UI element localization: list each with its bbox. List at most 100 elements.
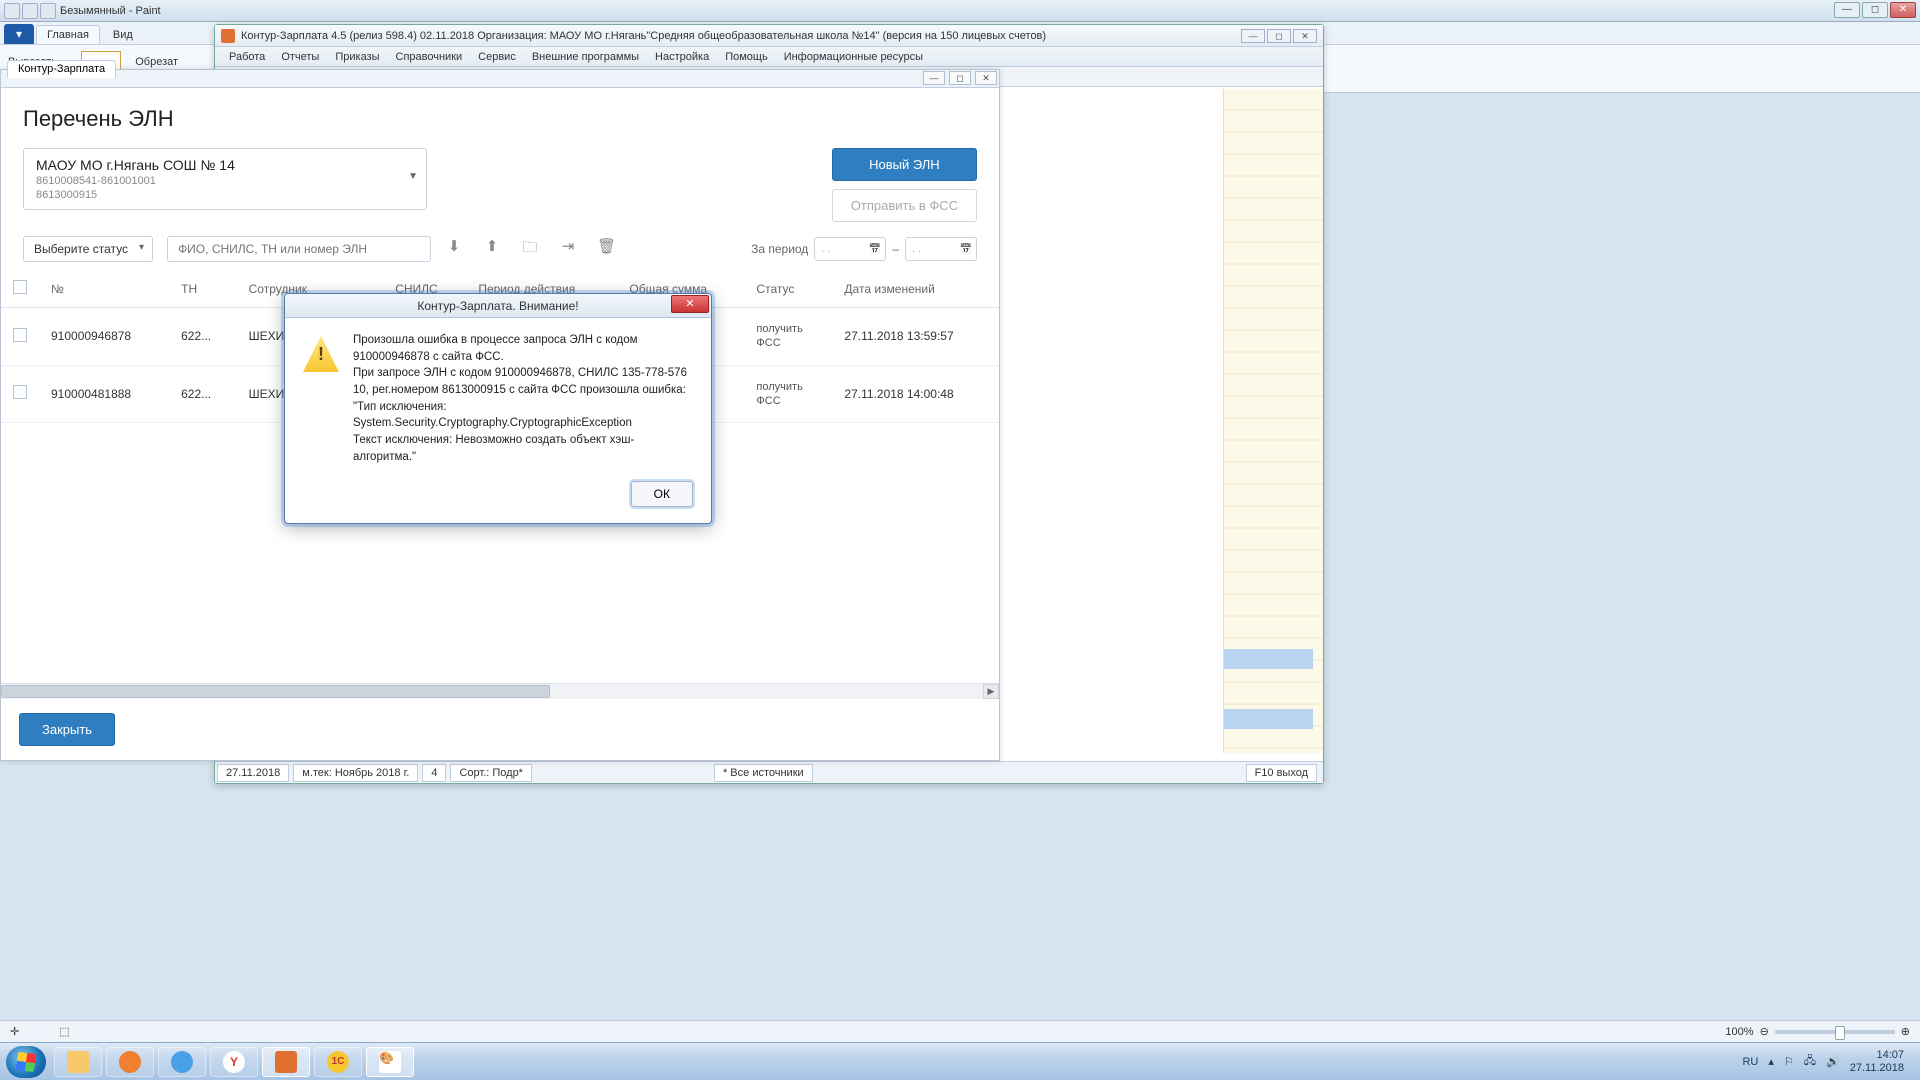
eln-close-icon[interactable]: ✕ xyxy=(975,71,997,85)
taskbar: Y 1С 🎨 RU ▴ ⚐ 🖧 🔊 14:07 27.11.2018 xyxy=(0,1042,1920,1080)
paint-qa-redo-icon[interactable] xyxy=(40,3,56,19)
app-titlebar: Контур-Зарплата 4.5 (релиз 598.4) 02.11.… xyxy=(215,25,1323,47)
task-1c[interactable]: 1С xyxy=(314,1047,362,1077)
search-input[interactable] xyxy=(167,236,431,262)
selection-size-icon: ⬚ xyxy=(59,1025,69,1038)
paint-crop[interactable]: Обрезат xyxy=(135,56,178,68)
select-all-checkbox[interactable] xyxy=(13,280,27,294)
minimize-icon[interactable]: — xyxy=(1834,2,1860,18)
eln-maximize-icon[interactable]: ◻ xyxy=(949,71,971,85)
yandex-icon: Y xyxy=(223,1051,245,1073)
paint-statusbar: ✛ ⬚ 100% ⊖ ⊕ xyxy=(0,1020,1920,1042)
task-explorer[interactable] xyxy=(54,1047,102,1077)
upload-icon[interactable]: ⬆ xyxy=(483,237,501,262)
new-eln-button[interactable]: Новый ЭЛН xyxy=(832,148,977,181)
scroll-right-icon[interactable]: ▶ xyxy=(983,684,999,699)
app-close-icon[interactable]: ✕ xyxy=(1293,29,1317,43)
folder-icon xyxy=(67,1051,89,1073)
zoom-in-icon[interactable]: ⊕ xyxy=(1901,1025,1910,1038)
app-minimize-icon[interactable]: — xyxy=(1241,29,1265,43)
menu-info[interactable]: Информационные ресурсы xyxy=(776,51,931,63)
status-n: 4 xyxy=(422,764,446,782)
zoom-slider[interactable] xyxy=(1775,1030,1895,1034)
menu-prikazy[interactable]: Приказы xyxy=(327,51,387,63)
1c-icon: 1С xyxy=(327,1051,349,1073)
app-icon xyxy=(221,29,235,43)
app-maximize-icon[interactable]: ◻ xyxy=(1267,29,1291,43)
org-inn: 8610008541-861001001 xyxy=(36,175,414,187)
paint-tab-view[interactable]: Вид xyxy=(102,25,144,44)
date-to-input[interactable]: . . xyxy=(905,237,977,261)
status-date: 27.11.2018 xyxy=(217,764,289,782)
tray-lang[interactable]: RU xyxy=(1742,1056,1758,1068)
delete-icon[interactable]: 🗑 xyxy=(597,237,615,262)
folder-icon[interactable]: 🗀 xyxy=(521,237,539,262)
row-checkbox[interactable] xyxy=(13,385,27,399)
windows-icon xyxy=(16,1051,36,1071)
close-icon[interactable]: ✕ xyxy=(1890,2,1916,18)
media-icon xyxy=(119,1051,141,1073)
send-fss-button[interactable]: Отправить в ФСС xyxy=(832,189,977,222)
col-changed[interactable]: Дата изменений xyxy=(832,270,999,308)
task-media[interactable] xyxy=(106,1047,154,1077)
app-statusbar: 27.11.2018 м.тек: Ноябрь 2018 г. 4 Сорт.… xyxy=(215,761,1323,783)
close-button[interactable]: Закрыть xyxy=(19,713,115,746)
tray-clock[interactable]: 14:07 27.11.2018 xyxy=(1850,1049,1904,1073)
menu-settings[interactable]: Настройка xyxy=(647,51,717,63)
warning-icon xyxy=(303,336,339,372)
dialog-title[interactable]: Контур-Зарплата. Внимание! ✕ xyxy=(285,294,711,318)
period-label: За период xyxy=(751,242,808,256)
menu-sprav[interactable]: Справочники xyxy=(388,51,471,63)
status-month: м.тек: Ноябрь 2018 г. xyxy=(293,764,418,782)
import-icon[interactable]: ⇥ xyxy=(559,237,577,262)
eln-tab[interactable]: Контур-Зарплата xyxy=(7,60,116,78)
maximize-icon[interactable]: ◻ xyxy=(1862,2,1888,18)
tray-network-icon[interactable]: 🖧 xyxy=(1804,1052,1816,1071)
status-dropdown[interactable]: Выберите статус xyxy=(23,236,153,262)
date-from-input[interactable]: . . xyxy=(814,237,886,261)
task-kontur[interactable] xyxy=(262,1047,310,1077)
col-status[interactable]: Статус xyxy=(744,270,832,308)
task-yandex[interactable]: Y xyxy=(210,1047,258,1077)
col-tn[interactable]: ТН xyxy=(169,270,237,308)
error-dialog: Контур-Зарплата. Внимание! ✕ Произошла о… xyxy=(284,293,712,524)
org-name: МАОУ МО г.Нягань СОШ № 14 xyxy=(36,157,414,173)
tray-up-icon[interactable]: ▴ xyxy=(1768,1055,1774,1068)
eln-heading: Перечень ЭЛН xyxy=(23,106,977,132)
start-button[interactable] xyxy=(6,1046,46,1078)
chevron-down-icon: ▼ xyxy=(408,171,418,182)
kontur-icon xyxy=(275,1051,297,1073)
paint-tab-home[interactable]: Главная xyxy=(36,25,100,44)
app-title: Контур-Зарплата 4.5 (релиз 598.4) 02.11.… xyxy=(241,30,1235,42)
eln-minimize-icon[interactable]: — xyxy=(923,71,945,85)
system-tray: RU ▴ ⚐ 🖧 🔊 14:07 27.11.2018 xyxy=(1742,1049,1914,1073)
dialog-message: Произошла ошибка в процессе запроса ЭЛН … xyxy=(353,332,693,465)
ok-button[interactable]: ОК xyxy=(631,481,693,507)
menu-service[interactable]: Сервис xyxy=(470,51,524,63)
scrollbar-horizontal[interactable]: ▶ xyxy=(1,683,999,699)
menu-rabota[interactable]: Работа xyxy=(221,51,273,63)
col-num[interactable]: № xyxy=(39,270,169,308)
paint-file-tab[interactable]: ▾ xyxy=(4,24,34,44)
right-panel xyxy=(1223,89,1323,753)
org-reg: 8613000915 xyxy=(36,189,414,201)
zoom-out-icon[interactable]: ⊖ xyxy=(1760,1025,1769,1038)
zoom-level: 100% xyxy=(1725,1026,1753,1038)
tray-flag-icon[interactable]: ⚐ xyxy=(1784,1055,1794,1068)
org-dropdown[interactable]: МАОУ МО г.Нягань СОШ № 14 8610008541-861… xyxy=(23,148,427,210)
paint-quick-access xyxy=(4,3,56,19)
paint-qa-save-icon[interactable] xyxy=(4,3,20,19)
task-paint[interactable]: 🎨 xyxy=(366,1047,414,1077)
paint-qa-undo-icon[interactable] xyxy=(22,3,38,19)
tray-volume-icon[interactable]: 🔊 xyxy=(1826,1055,1840,1068)
task-ie[interactable] xyxy=(158,1047,206,1077)
cursor-pos-icon: ✛ xyxy=(10,1025,19,1038)
download-icon[interactable]: ⬇ xyxy=(445,237,463,262)
row-checkbox[interactable] xyxy=(13,328,27,342)
menu-help[interactable]: Помощь xyxy=(717,51,776,63)
scrollbar-thumb[interactable] xyxy=(1,685,550,698)
paint-icon: 🎨 xyxy=(379,1051,401,1073)
menu-otchety[interactable]: Отчеты xyxy=(273,51,327,63)
menu-ext[interactable]: Внешние программы xyxy=(524,51,647,63)
dialog-close-icon[interactable]: ✕ xyxy=(671,295,709,313)
